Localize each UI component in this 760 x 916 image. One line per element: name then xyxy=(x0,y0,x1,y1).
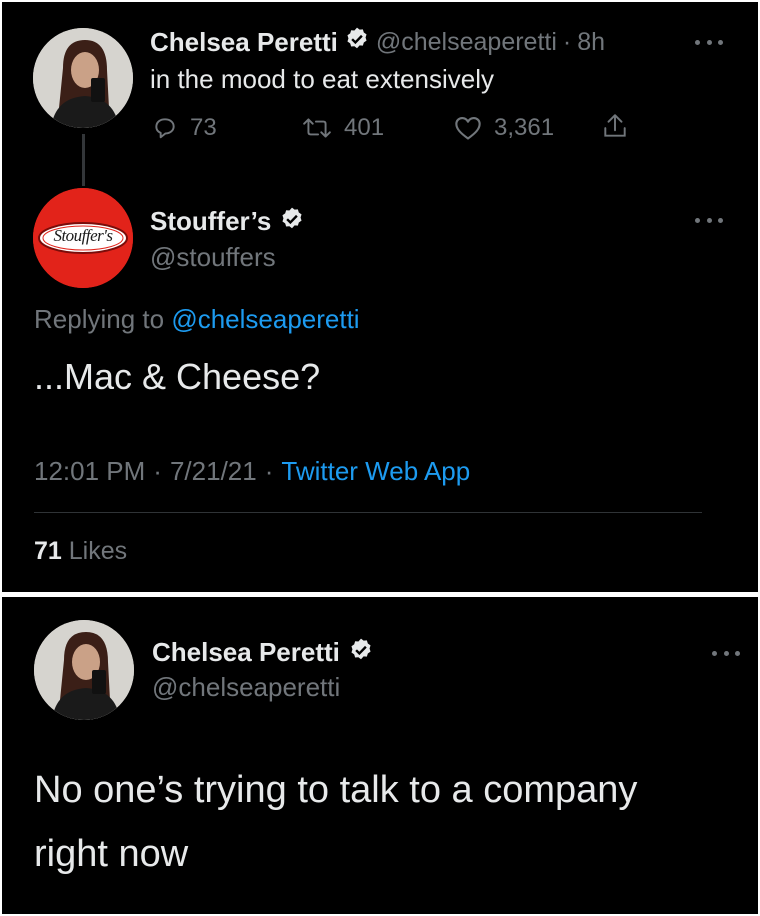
reply-handle[interactable]: @stouffers xyxy=(150,242,276,273)
reply-author-name[interactable]: Stouffer’s xyxy=(150,206,271,237)
more-icon[interactable] xyxy=(712,649,740,657)
like-count: 3,361 xyxy=(494,114,555,141)
share-button[interactable] xyxy=(602,112,628,140)
retweet-count: 401 xyxy=(344,114,385,141)
meta-dot: · xyxy=(264,456,274,486)
retweet-icon xyxy=(303,118,331,138)
replying-to: Replying to @chelseaperetti xyxy=(34,304,360,335)
tweet2-handle[interactable]: @chelseaperetti xyxy=(152,672,340,703)
likes-count: 71 xyxy=(34,537,62,565)
tweet1-time[interactable]: 8h xyxy=(577,28,605,57)
reply-icon xyxy=(155,118,175,139)
tweet2-header: Chelsea Peretti xyxy=(152,637,374,668)
reply-count: 73 xyxy=(190,114,217,141)
tweet1-header: Chelsea Peretti @chelseaperetti · 8h xyxy=(150,26,605,59)
avatar-photo xyxy=(33,28,133,128)
tweet1-text: in the mood to eat extensively xyxy=(150,64,494,94)
retweet-button[interactable]: 401 xyxy=(302,114,384,142)
reply-date[interactable]: 7/21/21 xyxy=(170,456,257,487)
screenshot-panel-top: Chelsea Peretti @chelseaperetti · 8h in … xyxy=(2,2,758,592)
reply-time[interactable]: 12:01 PM xyxy=(34,456,145,487)
chelsea-avatar[interactable] xyxy=(34,620,134,720)
divider xyxy=(34,512,702,513)
replying-handle-link[interactable]: @chelseaperetti xyxy=(171,304,359,334)
more-icon[interactable] xyxy=(695,216,723,224)
stouffers-avatar[interactable]: Stouffer's xyxy=(33,188,133,288)
avatar-photo xyxy=(34,620,134,720)
thread-connector xyxy=(82,134,85,186)
like-button[interactable]: 3,361 xyxy=(454,114,554,142)
reply-button[interactable]: 73 xyxy=(152,114,217,142)
stouffers-logo-text: Stouffer's xyxy=(53,226,113,245)
verified-icon xyxy=(348,637,374,668)
tweet1-author-name[interactable]: Chelsea Peretti xyxy=(150,27,338,58)
likes-label: Likes xyxy=(68,537,128,565)
tweet2-text-line2: right now xyxy=(34,833,189,875)
tweet2-text-line1: No one’s trying to talk to a company xyxy=(34,769,638,811)
reply-text: ...Mac & Cheese? xyxy=(34,356,321,397)
verified-icon xyxy=(279,206,305,237)
tweet2-author-name[interactable]: Chelsea Peretti xyxy=(152,637,340,668)
reply-meta: 12:01 PM · 7/21/21 · Twitter Web App xyxy=(34,456,470,487)
tweet1-handle[interactable]: @chelseaperetti xyxy=(376,28,557,57)
replying-prefix: Replying to xyxy=(34,304,165,334)
source-link[interactable]: Twitter Web App xyxy=(281,456,470,487)
meta-dot: · xyxy=(153,456,162,486)
chelsea-avatar[interactable] xyxy=(33,28,133,128)
likes-summary[interactable]: 71 Likes xyxy=(34,537,127,566)
tweet1-separator: · xyxy=(562,28,572,56)
verified-icon xyxy=(344,26,370,59)
heart-icon xyxy=(455,117,481,140)
share-icon xyxy=(604,114,626,137)
more-icon[interactable] xyxy=(695,38,723,46)
screenshot-panel-bottom: Chelsea Peretti @chelseaperetti No one’s… xyxy=(2,597,758,914)
reply-header: Stouffer’s xyxy=(150,206,305,237)
